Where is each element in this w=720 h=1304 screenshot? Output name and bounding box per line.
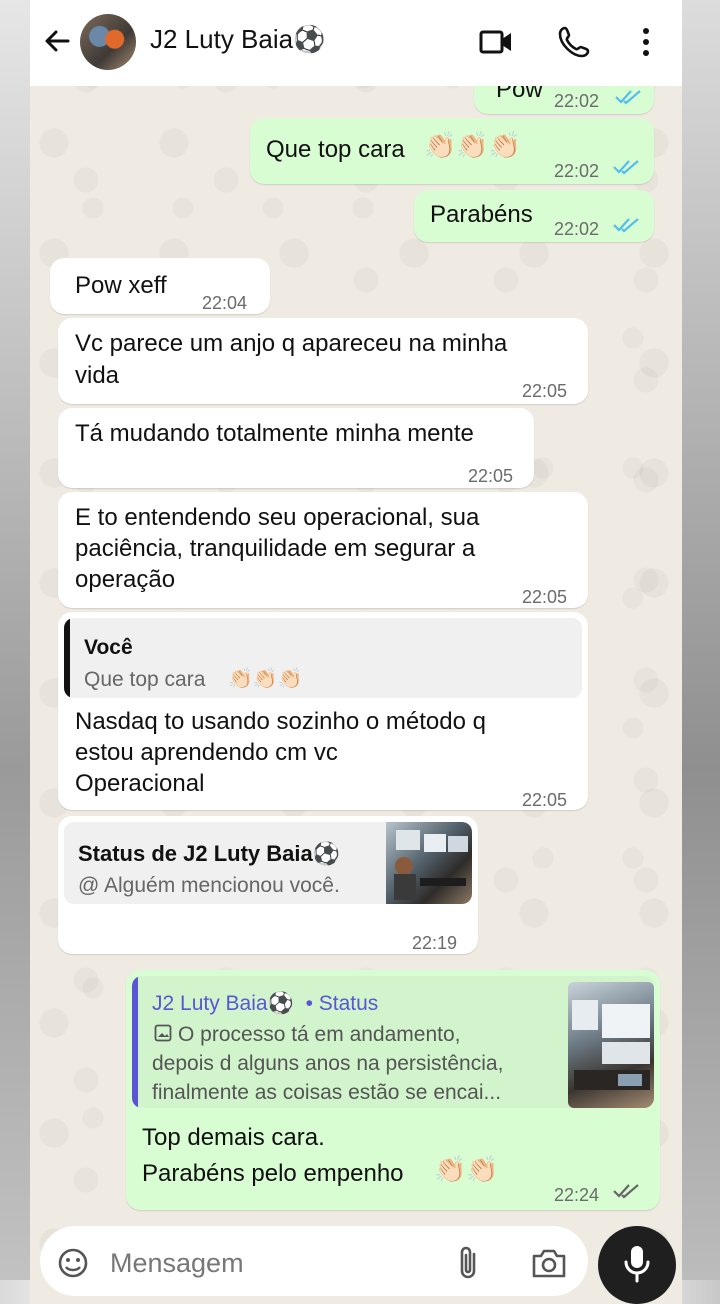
header-content: J2 Luty Baia⚽ — [30, 0, 682, 86]
back-arrow-icon[interactable] — [42, 26, 72, 56]
message-text-line: E to entendendo seu operacional, sua — [75, 504, 480, 531]
status-preview[interactable]: Status de J2 Luty Baia⚽ @ Alguém mencion… — [64, 822, 472, 904]
status-title: Status de J2 Luty Baia⚽ — [78, 841, 341, 866]
message-text: Pow xeff — [75, 272, 167, 299]
video-call-icon[interactable] — [478, 24, 514, 60]
message-text: Que top cara — [266, 136, 405, 163]
contact-name[interactable]: J2 Luty Baia⚽ — [150, 24, 325, 55]
quote-text-line: depois d alguns anos na persistência, — [152, 1052, 504, 1075]
message-incoming[interactable]: Pow xeff 22:04 — [50, 258, 270, 314]
quote-bar — [132, 976, 138, 1108]
quote-author-name: J2 Luty Baia⚽ — [152, 992, 294, 1015]
message-incoming[interactable]: Tá mudando totalmente minha mente 22:05 — [58, 408, 534, 488]
message-incoming[interactable]: E to entendendo seu operacional, sua pac… — [58, 492, 588, 608]
message-outgoing[interactable]: Parabéns 22:02 — [414, 190, 654, 242]
quote-text-line: O processo tá em andamento, — [178, 1023, 461, 1046]
message-text-line: Top demais cara. — [142, 1124, 325, 1151]
read-ticks-icon — [615, 90, 641, 105]
message-time: 22:02 — [554, 91, 600, 111]
message-text-line: operação — [75, 566, 176, 593]
delivered-ticks-icon — [613, 1184, 639, 1199]
message-text-line: vida — [75, 362, 120, 389]
message-text-line: Operacional — [75, 770, 205, 797]
message-text-line: Vc parece um anjo q apareceu na minha — [75, 330, 508, 357]
message-time: 22:05 — [522, 790, 568, 810]
clapping-emoji: 👏🏻👏🏻👏🏻 — [424, 130, 522, 160]
quote-bar — [64, 618, 70, 698]
quote-tag: • Status — [305, 992, 379, 1015]
sticker-emoji-icon[interactable] — [56, 1246, 90, 1280]
microphone-icon — [624, 1246, 650, 1283]
message-time: 22:02 — [554, 161, 600, 181]
status-subtitle: @ Alguém mencionou você. — [78, 874, 340, 897]
quoted-status[interactable]: J2 Luty Baia⚽ • Status O processo tá em … — [132, 976, 654, 1108]
quote-text: Que top cara — [84, 668, 206, 691]
attach-paperclip-icon[interactable] — [454, 1244, 484, 1282]
message-text-line: estou aprendendo cm vc — [75, 739, 338, 766]
quote-text-line: finalmente as coisas estão se encai... — [152, 1081, 502, 1104]
device-frame-right — [682, 0, 720, 1280]
clapping-emoji: 👏🏻👏🏻👏🏻 — [228, 668, 303, 690]
message-time: 22:05 — [468, 466, 514, 486]
message-text-line: paciência, tranquilidade em segurar a — [75, 535, 476, 562]
voice-call-icon[interactable] — [556, 24, 592, 60]
quote-author: Você — [84, 636, 133, 659]
read-ticks-icon — [613, 218, 639, 233]
status-mention-message[interactable]: Status de J2 Luty Baia⚽ @ Alguém mencion… — [58, 816, 478, 954]
message-time: 22:02 — [554, 219, 600, 239]
message-time: 22:05 — [522, 381, 568, 401]
contact-avatar[interactable] — [80, 14, 136, 70]
quote-author: J2 Luty Baia⚽ • Status — [152, 988, 378, 1019]
status-thumbnail — [568, 982, 654, 1108]
camera-icon[interactable] — [530, 1246, 568, 1280]
device-frame-left — [0, 0, 30, 1280]
more-options-icon[interactable] — [628, 24, 664, 60]
read-ticks-icon — [613, 160, 639, 175]
message-time: 22:05 — [522, 587, 568, 607]
message-incoming-reply[interactable]: Você Que top cara 👏🏻👏🏻👏🏻 Nasdaq to usand… — [58, 612, 588, 810]
quoted-message[interactable]: Você Que top cara 👏🏻👏🏻👏🏻 — [64, 618, 582, 698]
message-text-line: Parabéns pelo empenho — [142, 1160, 404, 1187]
message-outgoing[interactable]: Que top cara 👏🏻👏🏻👏🏻 22:02 — [250, 118, 654, 184]
clapping-emoji: 👏🏻👏🏻 — [434, 1154, 499, 1184]
message-time: 22:24 — [554, 1185, 600, 1205]
message-outgoing-reply[interactable]: J2 Luty Baia⚽ • Status O processo tá em … — [126, 970, 660, 1210]
message-text-line: Nasdaq to usando sozinho o método q — [75, 708, 486, 735]
message-composer[interactable]: Mensagem — [40, 1226, 588, 1296]
message-input-placeholder[interactable]: Mensagem — [110, 1248, 244, 1279]
image-icon — [154, 1024, 172, 1042]
message-time: 22:04 — [202, 293, 248, 313]
message-text: Tá mudando totalmente minha mente — [75, 420, 474, 447]
message-time: 22:19 — [412, 933, 458, 953]
message-incoming[interactable]: Vc parece um anjo q apareceu na minha vi… — [58, 318, 588, 404]
voice-record-button[interactable] — [598, 1226, 676, 1304]
status-thumbnail — [386, 822, 472, 904]
message-text: Parabéns — [430, 201, 533, 228]
